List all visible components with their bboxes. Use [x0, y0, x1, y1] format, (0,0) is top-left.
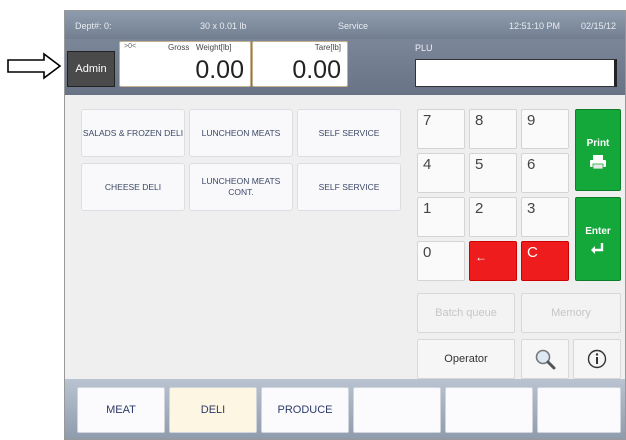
key-9[interactable]: 9: [521, 109, 569, 149]
key-3[interactable]: 3: [521, 197, 569, 237]
dept-empty-button-2[interactable]: [445, 387, 533, 433]
key-label: 3: [527, 200, 536, 217]
dept-meat-button[interactable]: MEAT: [77, 387, 165, 433]
key-2[interactable]: 2: [469, 197, 517, 237]
key-label: 2: [475, 200, 484, 217]
tare-value: 0.00: [292, 56, 341, 84]
enter-icon: [591, 243, 604, 254]
weight-header: Admin >0< Gross Weight[lb] 0.00 Tare[lb]…: [65, 39, 625, 95]
scale-screen: Dept#: 0: 30 x 0.01 lb Service 12:51:10 …: [64, 10, 626, 440]
key-0[interactable]: 0: [417, 241, 465, 281]
key-label: 4: [423, 156, 432, 173]
dept-empty-button-3[interactable]: [537, 387, 621, 433]
key-label: 8: [475, 112, 484, 129]
category-self-service-2[interactable]: SELF SERVICE: [297, 163, 401, 211]
print-label: Print: [586, 138, 610, 149]
dept-number: Dept#: 0:: [75, 21, 112, 31]
category-salads-frozen-deli[interactable]: SALADS & FROZEN DELI: [81, 109, 185, 157]
clock-time: 12:51:10 PM: [509, 21, 561, 31]
status-bar: Dept#: 0: 30 x 0.01 lb Service 12:51:10 …: [65, 11, 625, 39]
operating-mode: Service: [338, 21, 369, 31]
weight-value: 0.00: [195, 56, 244, 84]
gross-label: Gross: [168, 43, 190, 52]
department-bar: MEAT DELI PRODUCE: [65, 379, 625, 439]
weight-label: Weight[lb]: [196, 43, 232, 52]
clear-label: C: [527, 244, 538, 261]
info-icon: [587, 349, 607, 369]
backspace-icon: ←: [475, 250, 487, 264]
enter-button[interactable]: Enter: [575, 197, 621, 281]
clock-date: 02/15/12: [581, 21, 617, 31]
tare-display[interactable]: Tare[lb] 0.00: [252, 41, 348, 87]
plu-input[interactable]: [415, 59, 617, 87]
clear-key[interactable]: C: [521, 241, 569, 281]
category-luncheon-meats-cont[interactable]: LUNCHEON MEATS CONT.: [189, 163, 293, 211]
key-5[interactable]: 5: [469, 153, 517, 193]
key-label: 9: [527, 112, 536, 129]
dept-produce-button[interactable]: PRODUCE: [261, 387, 349, 433]
search-button[interactable]: [521, 339, 569, 379]
key-label: 6: [527, 156, 536, 173]
key-label: 1: [423, 200, 432, 217]
key-label: 7: [423, 112, 432, 129]
admin-button[interactable]: Admin: [67, 51, 115, 87]
tare-label: Tare[lb]: [314, 43, 341, 52]
category-cheese-deli[interactable]: CHEESE DELI: [81, 163, 185, 211]
key-8[interactable]: 8: [469, 109, 517, 149]
batch-queue-button[interactable]: Batch queue: [417, 293, 515, 333]
category-self-service[interactable]: SELF SERVICE: [297, 109, 401, 157]
key-1[interactable]: 1: [417, 197, 465, 237]
enter-label: Enter: [585, 226, 611, 237]
print-button[interactable]: Print: [575, 109, 621, 191]
key-label: 5: [475, 156, 484, 173]
key-6[interactable]: 6: [521, 153, 569, 193]
key-7[interactable]: 7: [417, 109, 465, 149]
magnifier-icon: [535, 349, 556, 370]
category-luncheon-meats[interactable]: LUNCHEON MEATS: [189, 109, 293, 157]
printer-icon: [590, 155, 606, 170]
key-label: 0: [423, 244, 432, 261]
weight-display: >0< Gross Weight[lb] 0.00: [119, 41, 251, 87]
key-4[interactable]: 4: [417, 153, 465, 193]
backspace-key[interactable]: ←: [469, 241, 517, 281]
dept-empty-button-1[interactable]: [353, 387, 441, 433]
pointer-arrow-icon: [7, 52, 62, 80]
zero-indicator: >0<: [124, 43, 137, 50]
info-button[interactable]: [573, 339, 621, 379]
plu-label: PLU: [415, 43, 433, 53]
dept-deli-button[interactable]: DELI: [169, 387, 257, 433]
scale-capacity: 30 x 0.01 lb: [200, 21, 247, 31]
operator-button[interactable]: Operator: [417, 339, 515, 379]
memory-button[interactable]: Memory: [521, 293, 621, 333]
